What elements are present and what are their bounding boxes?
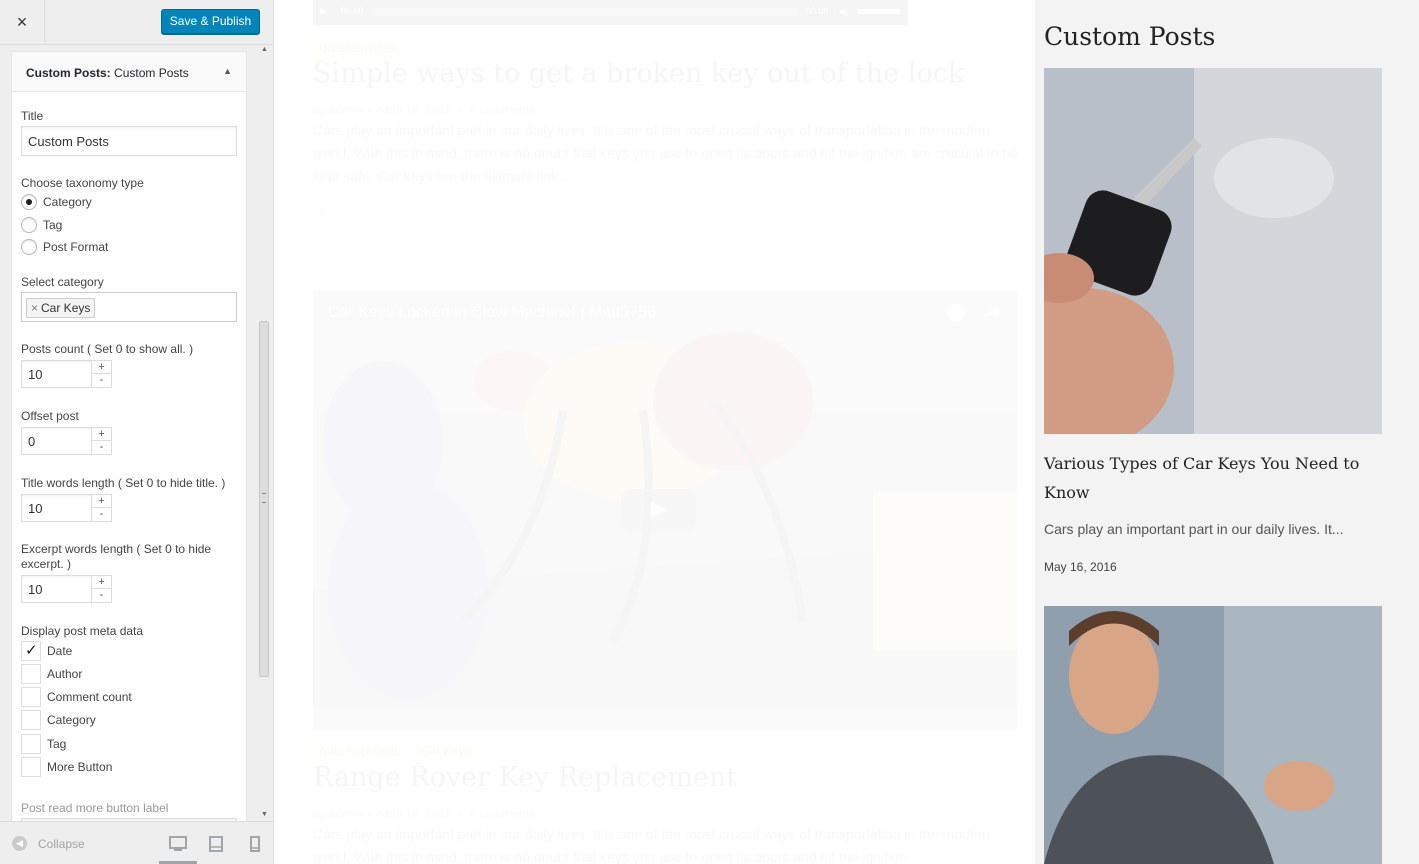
sidebar-post-title[interactable]: Various Types of Car Keys You Need to Kn… — [1044, 449, 1382, 507]
video-embed[interactable]: Car Keys Locked in Claw Machine! | Matt3… — [313, 291, 1017, 729]
checkbox[interactable] — [21, 687, 41, 707]
excerpt-words-stepper[interactable]: 10 + - — [21, 575, 112, 603]
posts-count-label: Posts count ( Set 0 to show all. ) — [21, 342, 194, 356]
video-bottom-bar — [313, 708, 1017, 729]
category-badge[interactable]: Uncategorized — [313, 37, 403, 59]
post-title[interactable]: Simple ways to get a broken key out of t… — [313, 58, 964, 89]
checkbox-more-button[interactable]: More Button — [21, 757, 112, 777]
scroll-down-icon[interactable]: ▼ — [258, 811, 271, 821]
sidebar-widget: Custom Posts Various Types of Car Keys Y… — [1035, 0, 1419, 864]
grip-icon — [262, 493, 266, 503]
collapse-arrow-icon: ◀ — [12, 836, 27, 851]
increment-button[interactable]: + — [91, 576, 111, 589]
sidebar-widget-title: Custom Posts — [1044, 22, 1216, 51]
radio-button[interactable] — [21, 194, 37, 210]
checkbox-author[interactable]: Author — [21, 664, 82, 684]
radio-post-format[interactable]: Post Format — [21, 237, 108, 257]
meta-data-label: Display post meta data — [21, 624, 144, 638]
site-preview: ▶ 00:00 00:00 ◀) Uncategorized Simple wa… — [274, 0, 1419, 864]
radio-button[interactable] — [21, 217, 37, 233]
decrement-button[interactable]: - — [91, 508, 111, 521]
readmore-label: Post read more button label — [21, 801, 169, 815]
post-meta: by admin • May 16, 2016 • 0 comments — [313, 807, 535, 821]
customizer-header: × Save & Publish — [0, 0, 273, 45]
title-field-label: Title — [21, 109, 44, 123]
volume-icon[interactable]: ◀) — [838, 6, 848, 17]
custom-posts-widget: Custom Posts: Custom Posts ▲ Title Choos… — [11, 51, 247, 821]
close-button[interactable]: × — [0, 0, 45, 45]
taxonomy-label: Choose taxonomy type — [21, 176, 144, 190]
decrement-button[interactable]: - — [91, 589, 111, 602]
post-excerpt: Cars play an important part in our daily… — [313, 122, 1019, 184]
decrement-button[interactable]: - — [91, 441, 111, 454]
posts-count-stepper[interactable]: 10 + - — [21, 360, 112, 388]
customizer-footer: ◀ Collapse — [0, 821, 273, 864]
remove-chip-icon[interactable]: × — [31, 301, 38, 315]
sidebar-post-excerpt: Cars play an important part in our daily… — [1044, 521, 1344, 537]
scrollbar-thumb[interactable] — [259, 321, 269, 677]
panel-scrollbar[interactable]: ▲ ▼ — [258, 46, 271, 821]
checkbox-comment-count[interactable]: Comment count — [21, 687, 132, 707]
audio-player[interactable]: ▶ 00:00 00:00 ◀) — [313, 0, 908, 25]
video-title[interactable]: Car Keys Locked in Claw Machine! | Matt3… — [328, 304, 656, 322]
offset-label: Offset post — [21, 409, 79, 423]
category-chip[interactable]: × Car Keys — [26, 298, 96, 318]
select-category-label: Select category — [21, 275, 104, 289]
excerpt-words-label: Excerpt words length ( Set 0 to hide exc… — [21, 542, 212, 571]
car-key-image[interactable] — [1044, 68, 1382, 434]
close-icon: × — [16, 12, 28, 32]
scroll-up-icon[interactable]: ▲ — [258, 46, 271, 56]
widget-scroll-area[interactable]: Custom Posts: Custom Posts ▲ Title Choos… — [0, 46, 273, 821]
checkbox-tag[interactable]: Tag — [21, 734, 66, 754]
volume-slider[interactable] — [858, 9, 900, 14]
post-meta: by admin • May 16, 2016 • 0 comments — [313, 103, 535, 117]
widget-title: Custom Posts: Custom Posts — [26, 66, 189, 80]
increment-button[interactable]: + — [91, 495, 111, 508]
desktop-preview-icon[interactable] — [168, 834, 188, 854]
save-publish-button[interactable]: Save & Publish — [161, 9, 260, 34]
widget-title-bar[interactable]: Custom Posts: Custom Posts ▲ — [12, 52, 246, 92]
checkbox[interactable] — [21, 734, 41, 754]
decrement-button[interactable]: - — [91, 374, 111, 387]
title-words-stepper[interactable]: 10 + - — [21, 494, 112, 522]
checkbox-date[interactable]: Date — [21, 641, 72, 661]
category-badge[interactable]: Car Keys — [415, 740, 477, 762]
play-video-button[interactable] — [621, 489, 696, 531]
checkbox[interactable] — [21, 641, 41, 661]
man-with-keys-image[interactable] — [1044, 606, 1382, 864]
checkbox[interactable] — [21, 710, 41, 730]
checkbox-category[interactable]: Category — [21, 710, 96, 730]
checkbox[interactable] — [21, 664, 41, 684]
increment-button[interactable]: + — [91, 428, 111, 441]
mobile-preview-icon[interactable] — [245, 834, 265, 854]
audio-current-time: 00:00 — [341, 6, 364, 16]
customizer-panel: × Save & Publish Custom Posts: Custom Po… — [0, 0, 274, 864]
sidebar-post-date: May 16, 2016 — [1044, 560, 1117, 574]
increment-button[interactable]: + — [91, 361, 111, 374]
tablet-preview-icon[interactable] — [206, 834, 226, 854]
radio-category[interactable]: Category — [21, 192, 92, 212]
title-words-label: Title words length ( Set 0 to hide title… — [21, 476, 226, 490]
radio-tag[interactable]: Tag — [21, 215, 62, 235]
audio-progress-bar[interactable] — [372, 8, 798, 16]
collapse-button[interactable]: ◀ Collapse — [12, 836, 85, 851]
category-badge[interactable]: Auto Locksmith — [313, 740, 408, 762]
post-title[interactable]: Range Rover Key Replacement — [313, 762, 737, 793]
clock-icon[interactable] — [947, 304, 965, 322]
post-excerpt: Cars play an important part in our daily… — [313, 826, 990, 864]
share-icon[interactable] — [980, 302, 1002, 324]
play-icon[interactable]: ▶ — [320, 6, 327, 17]
checkbox[interactable] — [21, 757, 41, 777]
audio-duration: 00:00 — [806, 6, 829, 16]
collapse-widget-icon[interactable]: ▲ — [223, 66, 232, 76]
offset-stepper[interactable]: 0 + - — [21, 427, 112, 455]
radio-button[interactable] — [21, 239, 37, 255]
category-select[interactable]: × Car Keys — [21, 292, 237, 322]
title-input[interactable] — [21, 126, 237, 156]
more-link[interactable]: More → — [313, 207, 352, 219]
